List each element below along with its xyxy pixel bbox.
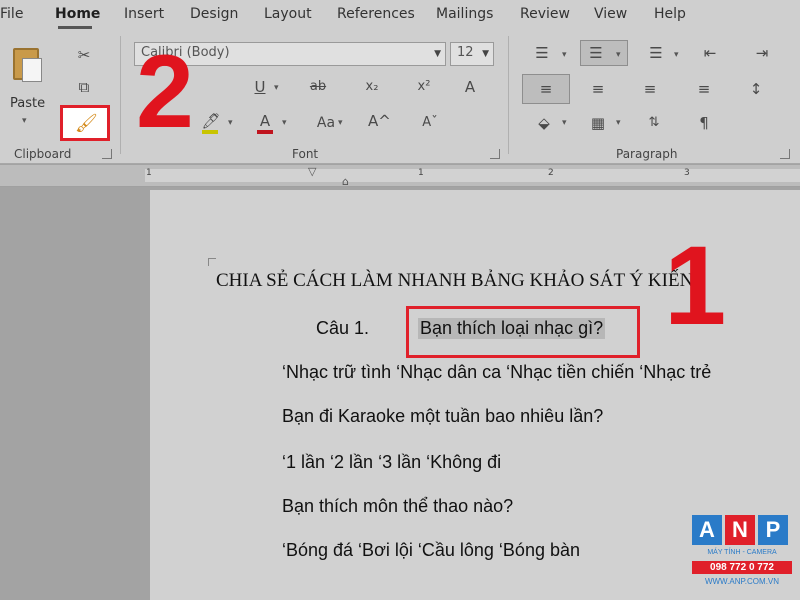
margin-corner-marker <box>208 258 216 266</box>
decrease-indent-icon[interactable]: ⇤ <box>700 44 720 62</box>
highlight-color-icon[interactable]: 🖊 <box>200 112 222 130</box>
tab-file[interactable]: File <box>0 6 23 22</box>
paragraph-group-label: Paragraph <box>616 147 678 161</box>
change-case-icon[interactable]: Aa <box>314 114 338 132</box>
hanging-indent-marker-icon[interactable]: ⌂ <box>342 175 349 188</box>
format-painter-button[interactable]: 🖌 <box>60 105 110 141</box>
clipboard-group-label: Clipboard <box>14 147 72 161</box>
ruler-number: 1 <box>418 168 424 178</box>
superscript-icon[interactable]: x² <box>414 78 434 96</box>
show-formatting-icon[interactable]: ¶ <box>694 114 714 132</box>
align-right-icon[interactable]: ≡ <box>640 80 660 98</box>
step-1-annotation: 1 <box>664 223 727 348</box>
tab-design[interactable]: Design <box>190 6 238 22</box>
logo-letter: N <box>725 515 755 545</box>
change-case-dropdown-icon[interactable]: ▾ <box>338 118 343 128</box>
sort-icon[interactable]: ⇅ <box>644 114 664 132</box>
question-2-options: ‘1 lần ‘2 lần ‘3 lần ‘Không đi <box>282 452 502 472</box>
cut-icon[interactable]: ✂ <box>74 46 94 64</box>
ribbon: Paste ▾ ✂ ⧉ Clipboard Calibri (Body) ▼ 1… <box>0 30 800 164</box>
increase-indent-icon[interactable]: ⇥ <box>752 44 772 62</box>
line-spacing-icon[interactable]: ↕ <box>746 80 766 98</box>
copy-icon[interactable]: ⧉ <box>74 78 94 96</box>
text-effects-icon[interactable]: A <box>460 78 480 96</box>
ruler-number: 1 <box>146 168 152 178</box>
ribbon-tabs: File Home Insert Design Layout Reference… <box>0 0 800 30</box>
multilevel-list-icon[interactable]: ☰ <box>646 44 666 62</box>
question-1-options: ‘Nhạc trữ tình ‘Nhạc dân ca ‘Nhạc tiền c… <box>282 362 712 382</box>
logo-letter: A <box>692 515 722 545</box>
font-group-label: Font <box>292 147 319 161</box>
selection-highlight-box <box>406 306 640 358</box>
document-title: CHIA SẺ CÁCH LÀM NHANH BẢNG KHẢO SÁT Ý K… <box>216 270 694 291</box>
tab-review[interactable]: Review <box>520 6 570 22</box>
question-3-options: ‘Bóng đá ‘Bơi lội ‘Cầu lông ‘Bóng bàn <box>282 540 581 560</box>
logo-tagline: MÁY TÍNH - CAMERA <box>707 549 777 556</box>
strikethrough-icon[interactable]: ab <box>306 78 330 96</box>
multilevel-dropdown-icon[interactable]: ▾ <box>674 50 679 60</box>
align-left-icon[interactable]: ≡ <box>536 80 556 98</box>
bullets-icon[interactable]: ☰ <box>532 44 552 62</box>
ruler: 1 1 2 3 ▽ ⌂ <box>0 165 800 188</box>
font-color-dropdown-icon[interactable]: ▾ <box>282 118 287 128</box>
chevron-down-icon: ▼ <box>434 49 441 59</box>
highlight-dropdown-icon[interactable]: ▾ <box>228 118 233 128</box>
logo-phone: 098 772 0 772 <box>692 561 792 574</box>
paste-dropdown-icon[interactable]: ▾ <box>22 116 27 126</box>
active-tab-indicator <box>58 26 92 29</box>
numbering-icon[interactable]: ☰ <box>586 44 606 62</box>
tab-references[interactable]: References <box>337 6 415 22</box>
underline-dropdown-icon[interactable]: ▾ <box>274 83 279 93</box>
numbering-dropdown-icon[interactable]: ▾ <box>616 50 621 60</box>
first-line-indent-marker-icon[interactable]: ▽ <box>308 165 316 178</box>
paste-label: Paste <box>10 96 46 111</box>
paragraph-launcher-icon[interactable] <box>780 149 790 159</box>
font-size-combo[interactable]: 12 ▼ <box>450 42 494 66</box>
align-center-icon[interactable]: ≡ <box>588 80 608 98</box>
question-3-text: Bạn thích môn thể thao nào? <box>282 496 514 516</box>
question-2-text: Bạn đi Karaoke một tuần bao nhiêu lần? <box>282 406 604 426</box>
font-color-icon[interactable]: A <box>256 112 274 130</box>
ruler-track <box>145 169 800 182</box>
underline-icon[interactable]: U <box>250 78 270 96</box>
paste-button[interactable]: Paste ▾ <box>6 42 48 138</box>
logo-letters: A N P <box>692 515 792 545</box>
paper-icon <box>22 58 42 82</box>
shading-icon[interactable]: ⬙ <box>534 114 554 132</box>
highlight-color-swatch <box>202 130 218 134</box>
tab-insert[interactable]: Insert <box>124 6 164 22</box>
tab-home[interactable]: Home <box>55 6 100 22</box>
font-size-value: 12 <box>457 45 474 60</box>
anp-logo: A N P MÁY TÍNH - CAMERA 098 772 0 772 WW… <box>692 515 792 595</box>
logo-website: WWW.ANP.COM.VN <box>704 577 780 586</box>
justify-icon[interactable]: ≡ <box>694 80 714 98</box>
font-color-swatch <box>257 130 273 134</box>
group-separator <box>120 36 121 154</box>
shading-dropdown-icon[interactable]: ▾ <box>562 118 567 128</box>
grow-font-icon[interactable]: A^ <box>368 112 391 130</box>
bullets-dropdown-icon[interactable]: ▾ <box>562 50 567 60</box>
borders-icon[interactable]: ▦ <box>588 114 608 132</box>
tab-layout[interactable]: Layout <box>264 6 312 22</box>
tab-mailings[interactable]: Mailings <box>436 6 493 22</box>
font-launcher-icon[interactable] <box>490 149 500 159</box>
ruler-number: 2 <box>548 168 554 178</box>
ruler-number: 3 <box>684 168 690 178</box>
tab-view[interactable]: View <box>594 6 627 22</box>
paintbrush-icon: 🖌 <box>75 113 98 134</box>
borders-dropdown-icon[interactable]: ▾ <box>616 118 621 128</box>
subscript-icon[interactable]: x₂ <box>362 78 382 96</box>
clipboard-launcher-icon[interactable] <box>102 149 112 159</box>
shrink-font-icon[interactable]: Aˇ <box>420 114 440 132</box>
group-separator <box>508 36 509 154</box>
tab-help[interactable]: Help <box>654 6 686 22</box>
logo-letter: P <box>758 515 788 545</box>
step-2-annotation: 2 <box>136 34 194 150</box>
chevron-down-icon: ▼ <box>482 49 489 59</box>
question-1-label: Câu 1. <box>316 318 370 338</box>
